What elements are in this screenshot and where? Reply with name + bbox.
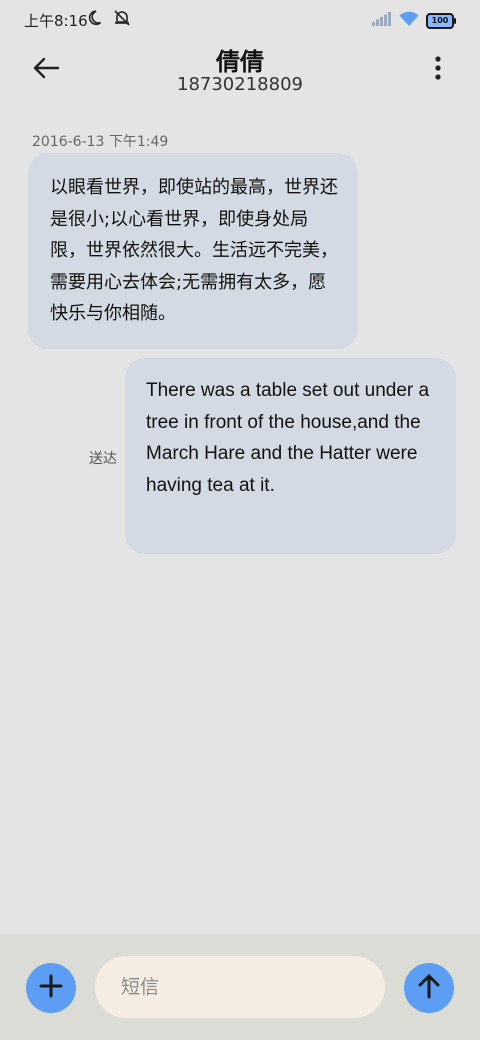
add-attachment-button[interactable] (26, 963, 76, 1013)
incoming-message-bubble[interactable]: 以眼看世界，即使站的最高，世界还是很小;以心看世界，即使身处局限，世界依然很大。… (28, 153, 358, 349)
conversation-header: 倩倩 18730218809 (0, 40, 480, 100)
message-input[interactable] (95, 956, 385, 1018)
status-left-icons (88, 9, 132, 31)
battery-icon: 100 (426, 12, 456, 29)
moon-icon (88, 9, 106, 31)
delivery-status: 送达 (89, 451, 117, 467)
more-options-button[interactable] (424, 52, 452, 88)
muted-bell-icon (112, 9, 132, 31)
outgoing-message-bubble[interactable]: There was a table set out under a tree i… (125, 358, 456, 554)
plus-icon (39, 974, 63, 1002)
status-right-icons: 100 (372, 11, 456, 30)
send-button[interactable] (404, 963, 454, 1013)
phone-number: 18730218809 (177, 74, 303, 95)
arrow-up-icon (417, 973, 441, 1003)
status-time: 上午8:16 (24, 12, 88, 30)
message-timestamp: 2016-6-13 下午1:49 (32, 134, 169, 150)
contact-name: 倩倩 (216, 48, 264, 76)
more-vertical-icon (435, 56, 441, 84)
wifi-icon (399, 11, 419, 30)
status-bar: 上午8:16 100 (0, 0, 480, 40)
signal-icon (372, 11, 392, 30)
